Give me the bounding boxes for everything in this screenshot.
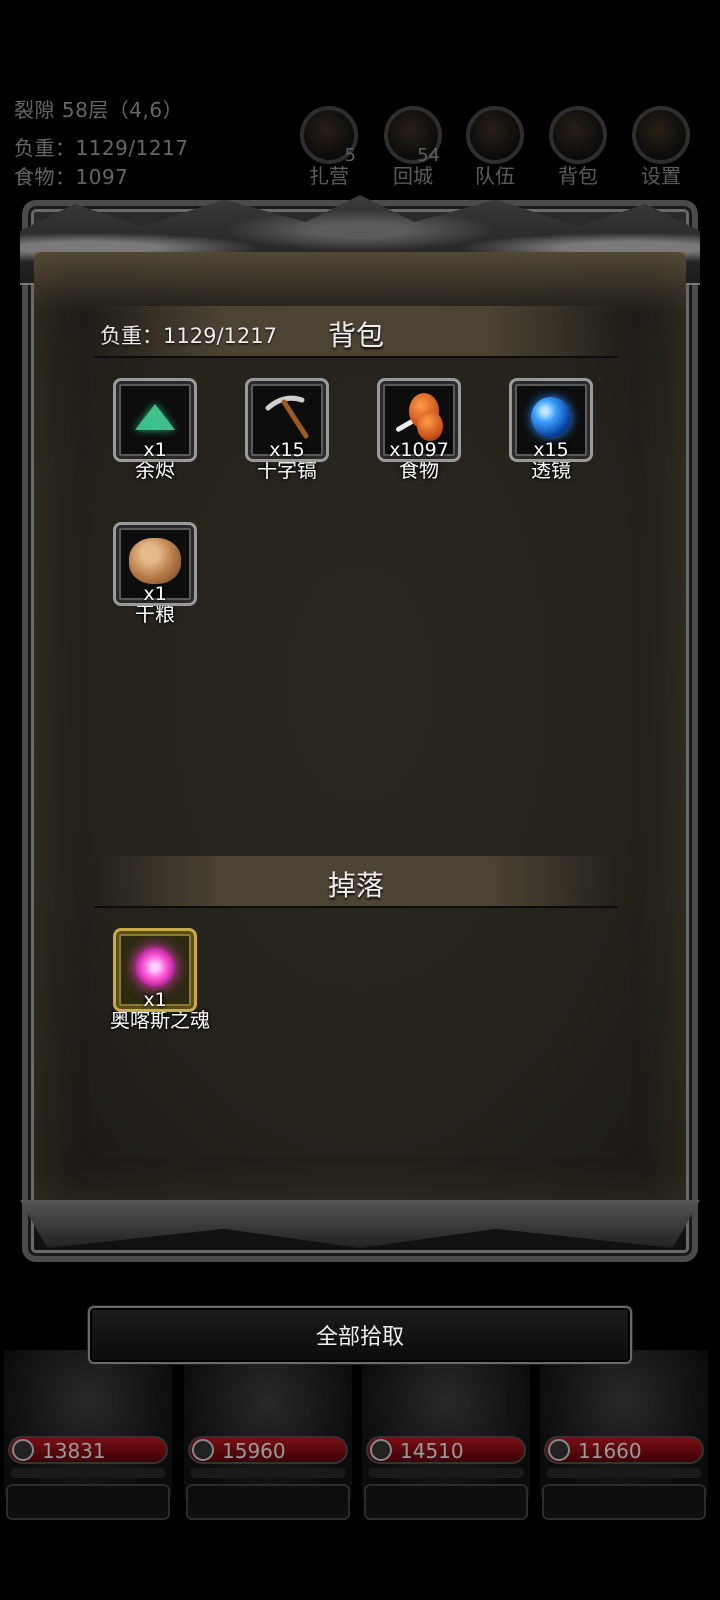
hud-load-label: 负重：1129/1217 — [14, 136, 189, 160]
no-entry-icon — [12, 1439, 34, 1461]
team-icon — [466, 106, 524, 164]
inventory-slot-ration[interactable]: x1 干粮 — [110, 522, 200, 627]
no-entry-icon — [192, 1439, 214, 1461]
no-entry-icon — [370, 1439, 392, 1461]
camp-icon: 5 — [300, 106, 358, 166]
hp-bar: 14510 — [366, 1436, 526, 1464]
camp-button[interactable]: 5 扎营 — [296, 106, 362, 189]
drops-title: 掉落 — [327, 869, 384, 902]
drop-slot-soul[interactable]: x1 奥喀斯之魂 — [110, 928, 210, 1033]
pickaxe-icon — [265, 395, 309, 439]
no-entry-icon — [548, 1439, 570, 1461]
backpack-title: 背包 — [327, 319, 384, 352]
team-button[interactable]: 队伍 — [462, 106, 528, 189]
inventory-slot-pickaxe[interactable]: x15 十字镐 — [242, 378, 332, 483]
inventory-slot-ember[interactable]: x1 余烬 — [110, 378, 200, 483]
backpack-header: 负重：1129/1217 背包 — [94, 306, 618, 358]
hp-bar: 15960 — [188, 1436, 348, 1464]
gear-icon — [632, 106, 690, 164]
drops-header: 掉落 — [94, 856, 618, 908]
ration-icon — [129, 537, 181, 584]
hud-food-label: 食物：1097 — [14, 165, 129, 189]
hp-bar: 11660 — [544, 1436, 704, 1464]
soul-icon — [135, 946, 175, 987]
backpack-icon — [549, 106, 607, 164]
settings-button[interactable]: 设置 — [628, 106, 694, 189]
location-label: 裂隙 58层（4,6） — [14, 98, 184, 122]
backpack-button[interactable]: 背包 — [545, 106, 611, 189]
inventory-slot-lens[interactable]: x15 透镜 — [506, 378, 596, 483]
hp-bar: 13831 — [8, 1436, 168, 1464]
pickup-all-button[interactable]: 全部拾取 — [88, 1306, 632, 1364]
lens-icon — [531, 396, 571, 437]
inventory-slot-food[interactable]: x1097 食物 — [374, 378, 464, 483]
portal-icon: 54 — [384, 106, 442, 166]
food-icon — [395, 392, 443, 441]
return-town-button[interactable]: 54 回城 — [380, 106, 446, 189]
ember-icon — [135, 403, 175, 430]
